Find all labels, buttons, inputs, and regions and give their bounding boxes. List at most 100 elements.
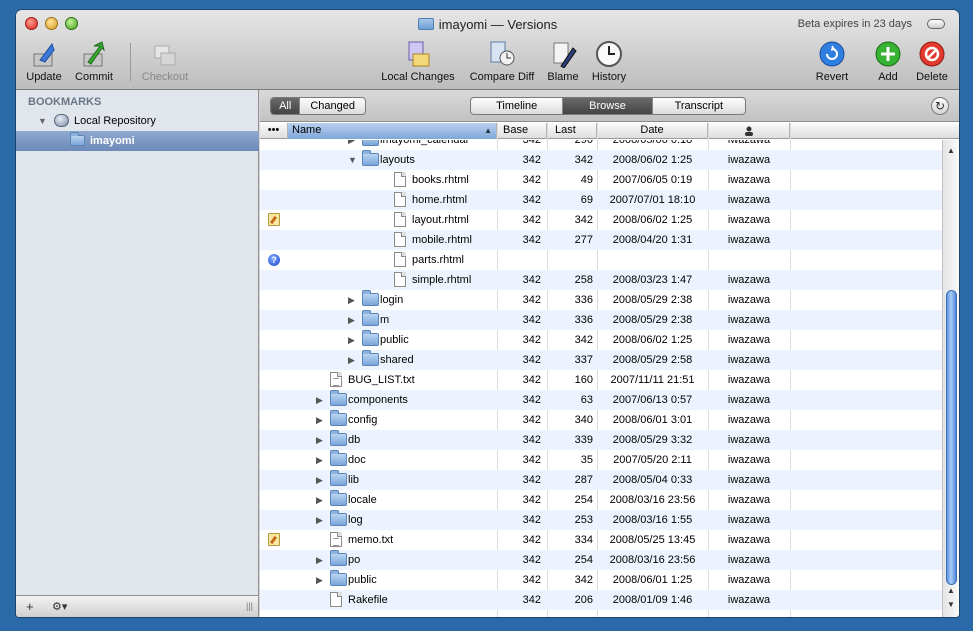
table-row[interactable]: ▶ shared 342 337 2008/05/29 2:58 iwazawa <box>260 350 942 370</box>
modified-status-icon <box>268 533 280 546</box>
commit-button[interactable]: Commit <box>72 39 116 83</box>
table-row[interactable]: ▶ login 342 336 2008/05/29 2:38 iwazawa <box>260 290 942 310</box>
last-revision: 69 <box>580 194 593 206</box>
resize-handle[interactable]: ||| <box>246 601 253 611</box>
column-header-name[interactable]: Name ▲ <box>288 123 497 139</box>
compare-diff-button[interactable]: Compare Diff <box>465 39 539 83</box>
toolbar-toggle-button[interactable] <box>927 19 945 29</box>
scroll-thumb[interactable] <box>946 290 957 585</box>
last-revision <box>547 250 593 270</box>
commit-date: 2008/06/01 1:25 <box>612 574 693 586</box>
table-row[interactable]: ▼ layouts 342 342 2008/06/02 1:25 iwazawa <box>260 150 942 170</box>
disclosure-collapsed-icon[interactable]: ▶ <box>316 430 326 450</box>
author: iwazawa <box>727 494 771 506</box>
scroll-down-arrow-icon[interactable]: ▼ <box>947 600 955 609</box>
disclosure-triangle-icon[interactable]: ▼ <box>38 111 47 131</box>
sidebar-item-imayomi[interactable]: imayomi <box>16 131 259 151</box>
file-icon <box>394 272 406 287</box>
scroll-up-arrow-icon[interactable]: ▲ <box>947 586 955 595</box>
disclosure-expanded-icon[interactable]: ▼ <box>348 150 358 170</box>
disclosure-collapsed-icon[interactable]: ▶ <box>348 290 358 310</box>
compare-diff-icon <box>487 39 517 69</box>
disclosure-collapsed-icon[interactable]: ▶ <box>316 510 326 530</box>
local-changes-button[interactable]: Local Changes <box>378 39 458 83</box>
commit-date: 2008/06/02 1:25 <box>612 154 693 166</box>
refresh-button[interactable]: ↻ <box>931 97 949 115</box>
table-row[interactable]: mobile.rhtml 342 277 2008/04/20 1:31 iwazawa <box>260 230 942 250</box>
tab-timeline[interactable]: Timeline <box>471 98 564 114</box>
tab-browse[interactable]: Browse <box>563 98 653 114</box>
table-row[interactable]: ▶ locale 342 254 2008/03/16 23:56 iwazawa <box>260 490 942 510</box>
table-row[interactable]: ▶ po 342 254 2008/03/16 23:56 iwazawa <box>260 550 942 570</box>
update-button[interactable]: Update <box>24 39 64 83</box>
scroll-up-arrow-icon[interactable]: ▲ <box>947 146 955 155</box>
table-row[interactable]: ▶ m 342 336 2008/05/29 2:38 iwazawa <box>260 310 942 330</box>
vertical-scrollbar[interactable]: ▲ ▲ ▼ <box>942 140 959 617</box>
table-row[interactable]: Rakefile 342 206 2008/01/09 1:46 iwazawa <box>260 590 942 610</box>
table-row[interactable]: layout.rhtml 342 342 2008/06/02 1:25 iwazawa <box>260 210 942 230</box>
disclosure-collapsed-icon[interactable]: ▶ <box>316 390 326 410</box>
file-name: log <box>348 514 363 526</box>
table-row[interactable]: ▶ components 342 63 2007/06/13 0:57 iwazawa <box>260 390 942 410</box>
table-row[interactable]: home.rhtml 342 69 2007/07/01 18:10 iwazawa <box>260 190 942 210</box>
disclosure-collapsed-icon[interactable]: ▶ <box>348 310 358 330</box>
disclosure-collapsed-icon[interactable]: ▶ <box>316 490 326 510</box>
table-row[interactable]: ▶ public 342 342 2008/06/02 1:25 iwazawa <box>260 330 942 350</box>
author: iwazawa <box>727 334 771 346</box>
filter-all-button[interactable]: All <box>271 98 301 114</box>
folder-icon <box>330 470 347 486</box>
table-row[interactable]: memo.txt 342 334 2008/05/25 13:45 iwazawa <box>260 530 942 550</box>
history-button[interactable]: History <box>589 39 629 83</box>
commit-date <box>597 250 708 270</box>
view-bar: All Changed Timeline Browse Transcript ↻ <box>260 90 959 122</box>
add-bookmark-button[interactable]: + <box>26 599 34 614</box>
disclosure-collapsed-icon[interactable]: ▶ <box>316 550 326 570</box>
gear-menu-button[interactable]: ⚙▾ <box>52 600 67 613</box>
table-row[interactable]: ▶ lib 342 287 2008/05/04 0:33 iwazawa <box>260 470 942 490</box>
title-bar: imayomi — Versions Beta expires in 23 da… <box>16 10 959 90</box>
author: iwazawa <box>727 234 771 246</box>
disclosure-collapsed-icon[interactable]: ▶ <box>348 140 358 150</box>
column-header-base[interactable]: Base <box>497 123 547 139</box>
blame-button[interactable]: Blame <box>545 39 581 83</box>
disclosure-collapsed-icon[interactable]: ▶ <box>316 410 326 430</box>
base-revision: 342 <box>522 434 541 446</box>
disclosure-collapsed-icon[interactable]: ▶ <box>316 470 326 490</box>
filter-changed-button[interactable]: Changed <box>300 98 365 114</box>
text-file-icon <box>330 532 342 547</box>
table-row[interactable]: ? parts.rhtml <box>260 250 942 270</box>
author: iwazawa <box>727 514 771 526</box>
table-row[interactable]: ▶ imayomi_calendar 342 290 2008/05/06 0:18 iw… <box>260 140 942 150</box>
table-row[interactable]: simple.rhtml 342 258 2008/03/23 1:47 iwazawa <box>260 270 942 290</box>
file-name: BUG_LIST.txt <box>348 374 415 386</box>
table-row[interactable]: books.rhtml 342 49 2007/06/05 0:19 iwazawa <box>260 170 942 190</box>
file-name: memo.txt <box>348 534 394 546</box>
checkout-button[interactable]: Checkout <box>138 39 192 83</box>
disclosure-collapsed-icon[interactable]: ▶ <box>348 350 358 370</box>
column-header-date[interactable]: Date <box>597 123 708 139</box>
disclosure-collapsed-icon[interactable]: ▶ <box>348 330 358 350</box>
last-revision: 342 <box>574 574 593 586</box>
checkout-icon <box>150 39 180 69</box>
revert-button[interactable]: Revert <box>812 39 852 83</box>
tab-transcript[interactable]: Transcript <box>653 98 745 114</box>
column-header-author[interactable] <box>708 123 790 139</box>
folder-icon <box>362 310 379 326</box>
file-name: public <box>380 334 409 346</box>
table-row[interactable]: ▶ config 342 340 2008/06/01 3:01 iwazawa <box>260 410 942 430</box>
add-button[interactable]: Add <box>872 39 904 83</box>
table-row[interactable]: ▶ public 342 342 2008/06/01 1:25 iwazawa <box>260 570 942 590</box>
column-header-last[interactable]: Last <box>547 123 597 139</box>
disclosure-collapsed-icon[interactable]: ▶ <box>316 570 326 590</box>
disclosure-collapsed-icon[interactable]: ▶ <box>316 450 326 470</box>
folder-icon <box>417 18 434 30</box>
delete-button[interactable]: Delete <box>912 39 952 83</box>
column-header-options[interactable]: ••• <box>260 123 288 139</box>
base-revision: 342 <box>522 554 541 566</box>
author: iwazawa <box>727 454 771 466</box>
sidebar-item-local-repository[interactable]: ▼ Local Repository <box>16 111 259 131</box>
table-row[interactable]: ▶ log 342 253 2008/03/16 1:55 iwazawa <box>260 510 942 530</box>
table-row[interactable]: BUG_LIST.txt 342 160 2007/11/11 21:51 iwazaw… <box>260 370 942 390</box>
table-row[interactable]: ▶ doc 342 35 2007/05/20 2:11 iwazawa <box>260 450 942 470</box>
table-row[interactable]: ▶ db 342 339 2008/05/29 3:32 iwazawa <box>260 430 942 450</box>
